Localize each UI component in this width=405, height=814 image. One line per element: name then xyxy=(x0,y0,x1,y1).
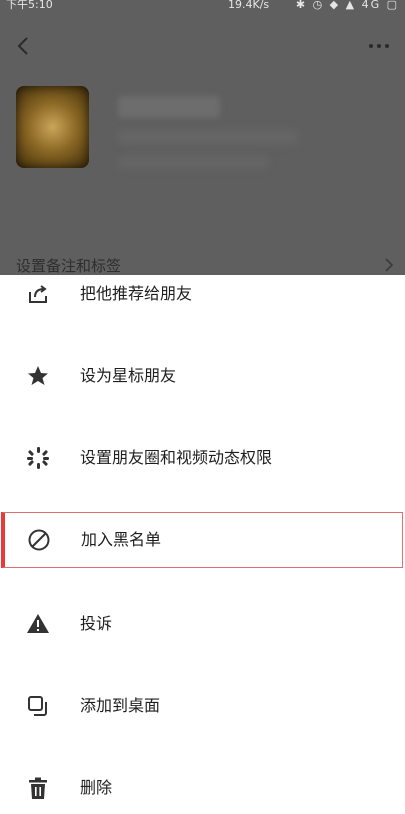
star-icon xyxy=(28,366,48,385)
menu-item-label: 加入黑名单 xyxy=(81,530,162,549)
status-time: 下午5:10 xyxy=(6,0,53,11)
avatar[interactable] xyxy=(16,86,89,168)
menu-item-report[interactable]: 投诉 xyxy=(0,598,405,650)
menu-item-label: 设置朋友圈和视频动态权限 xyxy=(80,448,273,467)
blurred-name xyxy=(118,96,220,118)
menu-item-recommend[interactable]: 把他推荐给朋友 xyxy=(0,268,405,320)
menu-item-moments-permission[interactable]: 设置朋友圈和视频动态权限 xyxy=(0,432,405,484)
status-icons: ✱ ◷ ◆ ▲ 4G ▢ xyxy=(295,0,399,11)
menu-item-label: 投诉 xyxy=(80,614,113,633)
menu-item-add-to-desktop[interactable]: 添加到桌面 xyxy=(0,680,405,732)
add-to-desktop-icon xyxy=(28,696,47,716)
more-icon[interactable] xyxy=(367,36,391,56)
menu-item-label: 把他推荐给朋友 xyxy=(80,284,193,303)
menu-item-blacklist[interactable]: 加入黑名单 xyxy=(1,512,403,568)
share-icon xyxy=(29,285,47,303)
moments-icon xyxy=(27,447,49,469)
status-bar: 下午5:10 19.4K/s ✱ ◷ ◆ ▲ 4G ▢ xyxy=(0,0,405,14)
status-net-speed: 19.4K/s xyxy=(228,0,270,11)
menu-item-label: 添加到桌面 xyxy=(80,696,161,715)
blurred-info xyxy=(118,130,298,144)
warning-icon xyxy=(27,614,49,633)
menu-item-star-friend[interactable]: 设为星标朋友 xyxy=(0,350,405,402)
chevron-left-icon[interactable] xyxy=(14,36,34,56)
trash-icon xyxy=(29,777,47,799)
menu-item-label: 删除 xyxy=(80,778,113,797)
blurred-info-2 xyxy=(118,156,268,168)
menu-item-label: 设为星标朋友 xyxy=(80,366,177,385)
block-icon xyxy=(28,529,50,551)
menu-item-delete[interactable]: 删除 xyxy=(0,762,405,814)
